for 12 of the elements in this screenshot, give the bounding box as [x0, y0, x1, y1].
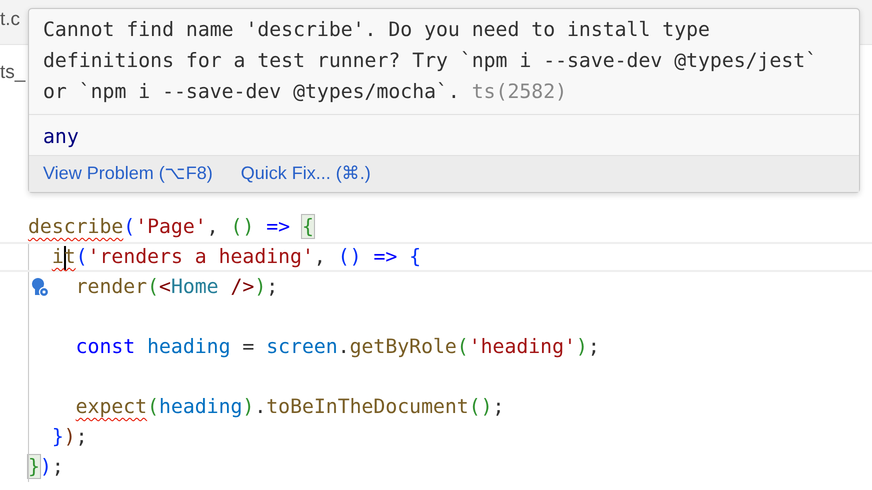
error-message: Cannot find name 'describe'. Do you need to install type definitions for a test runner? Try `npm i --save-dev @types/jest` or `npm i --save-dev @types/mocha`. ts(2582) — [42, 17, 818, 105]
code-line: describe('Page', () => { — [28, 214, 314, 240]
editor-tab[interactable]: t.c — [0, 9, 20, 31]
code-line: render(<Home />); — [76, 274, 278, 300]
action-link[interactable]: Quick Fix... (⌘.) — [240, 162, 371, 184]
type-text: any — [43, 124, 79, 150]
code-line: }); — [28, 454, 64, 480]
code-line: expect(heading).toBeInTheDocument(); — [76, 394, 504, 420]
lightbulb-icon[interactable] — [30, 277, 50, 297]
action-link[interactable]: View Problem (⌥F8) — [43, 162, 213, 184]
code-line: const heading = screen.getByRole('heading'); — [76, 334, 600, 360]
code-line: }); — [52, 424, 88, 450]
